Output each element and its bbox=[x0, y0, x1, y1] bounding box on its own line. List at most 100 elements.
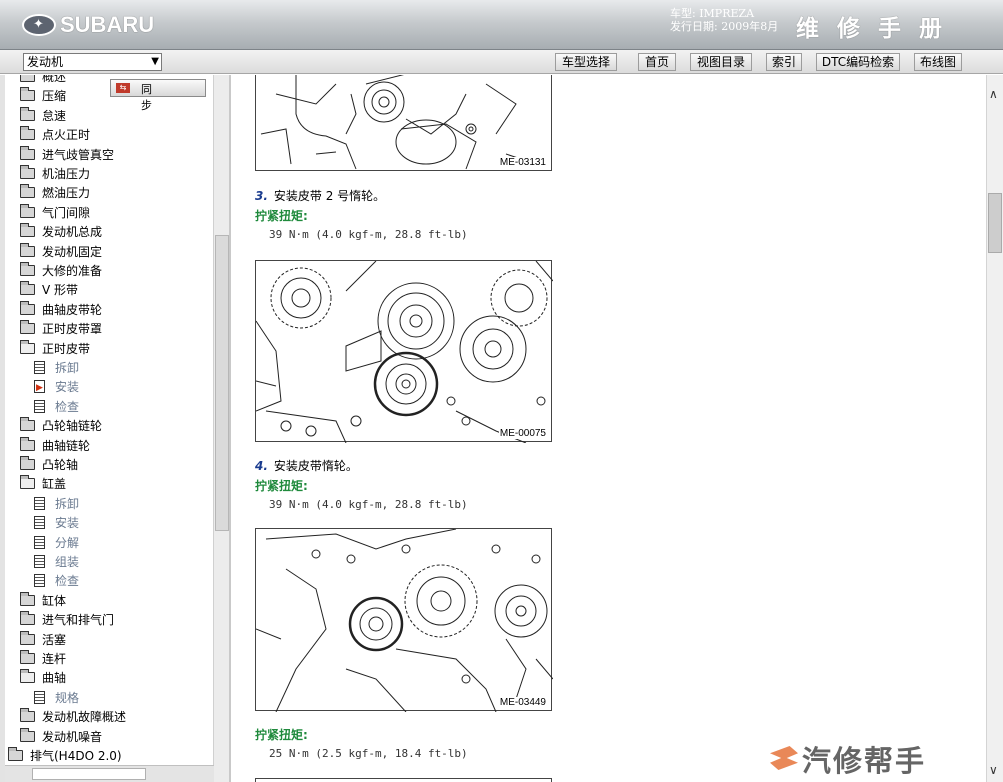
folder-icon bbox=[20, 591, 35, 606]
manual-title: 维修手册 bbox=[796, 15, 960, 42]
dtc-search-button[interactable]: DTC编码检索 bbox=[816, 53, 900, 71]
index-button[interactable]: 索引 bbox=[766, 53, 802, 71]
document-icon bbox=[34, 555, 45, 568]
tree-folder-item[interactable]: 曲轴皮带轮 bbox=[20, 300, 103, 320]
tree-folder-item[interactable]: 机油压力 bbox=[20, 165, 90, 184]
torque-value: 25 N·m (2.5 kgf-m, 18.4 ft-lb) bbox=[269, 747, 468, 760]
torque-label: 拧紧扭矩: bbox=[255, 209, 308, 223]
tree-item-label: 安装 bbox=[55, 380, 80, 395]
tree-folder-item[interactable]: 发动机故障概述 bbox=[20, 708, 126, 727]
chevron-down-icon[interactable]: ▼ bbox=[151, 54, 159, 70]
tree-item-label: 发动机固定 bbox=[42, 244, 103, 259]
navigation-tree: 概述 压缩 怠速点火正时进气歧管真空机油压力 燃油压力 气门间隙 发动机总成发动机固定大修… bbox=[0, 75, 231, 782]
tree-item-label: 规格 bbox=[55, 690, 80, 705]
tree-folder-item[interactable]: V 形带 bbox=[20, 281, 78, 300]
issue-date-line: 发行日期: 2009年8月 bbox=[670, 20, 779, 33]
tree-item-label: 进气歧管真空 bbox=[42, 147, 115, 162]
tree-folder-item[interactable]: 曲轴链轮 bbox=[20, 436, 91, 456]
tree-item-label: 凸轮轴 bbox=[42, 458, 79, 472]
tree-leaf-item[interactable]: 组装 bbox=[34, 553, 79, 572]
tree-folder-item[interactable]: 活塞 bbox=[20, 630, 67, 650]
scroll-up-icon[interactable]: ∧ bbox=[989, 87, 998, 101]
view-index-button[interactable]: 视图目录 bbox=[690, 53, 752, 71]
tree-folder-item[interactable]: 连杆 bbox=[20, 650, 66, 669]
wiring-diagram-button[interactable]: 布线图 bbox=[914, 53, 962, 71]
folder-icon bbox=[20, 708, 35, 723]
torque-value: 39 N·m (4.0 kgf-m, 28.8 ft-lb) bbox=[269, 228, 468, 241]
tree-item-label: 活塞 bbox=[42, 632, 67, 647]
tree-folder-item[interactable]: 进气歧管真空 bbox=[20, 145, 115, 165]
subaru-star-icon bbox=[22, 14, 56, 36]
folder-icon bbox=[20, 650, 35, 664]
tree-folder-item[interactable]: 正时皮带 bbox=[20, 339, 91, 359]
vehicle-select-button[interactable]: 车型选择 bbox=[555, 53, 617, 71]
tree-folder-item[interactable]: 缸体 bbox=[20, 591, 66, 611]
folder-icon bbox=[20, 727, 35, 742]
tree-leaf-item[interactable]: 安装 bbox=[34, 378, 80, 398]
tree-item-label: 发动机噪音 bbox=[42, 729, 103, 744]
tree-folder-item[interactable]: 发动机噪音 bbox=[20, 727, 103, 747]
folder-icon bbox=[20, 417, 35, 432]
tree-item-label: 大修的准备 bbox=[42, 264, 103, 278]
tree-folder-item[interactable]: 气门间隙 bbox=[20, 203, 90, 223]
tree-folder-item[interactable]: 曲轴 bbox=[20, 669, 66, 688]
torque-value: 39 N·m (4.0 kgf-m, 28.8 ft-lb) bbox=[269, 498, 468, 511]
scroll-down-icon[interactable]: ∨ bbox=[989, 763, 998, 777]
tree-folder-item[interactable]: 怠速 bbox=[20, 106, 66, 126]
tree-folder-item[interactable]: 概述 bbox=[20, 75, 66, 87]
tree-scrollbar[interactable] bbox=[213, 75, 229, 782]
tree-leaf-item[interactable]: 检查 bbox=[34, 572, 79, 591]
section-select-value: 发动机 bbox=[27, 55, 64, 69]
content-scrollbar-thumb[interactable] bbox=[988, 193, 1002, 253]
step-4: 4. 安装皮带惰轮。 bbox=[255, 457, 358, 474]
tree-folder-item[interactable]: 凸轮轴链轮 bbox=[20, 417, 102, 436]
tree-leaf-item[interactable]: 规格 bbox=[34, 689, 79, 708]
tree-folder-item[interactable]: 缸盖 bbox=[20, 475, 66, 494]
home-button[interactable]: 首页 bbox=[638, 53, 676, 71]
tree-folder-item[interactable]: 发动机固定 bbox=[20, 242, 103, 262]
toolbar: 发动机 ▼ 车型选择 首页 视图目录 索引 DTC编码检索 布线图 bbox=[0, 50, 1003, 74]
folder-icon bbox=[20, 456, 35, 470]
tree-item-label: 点火正时 bbox=[42, 128, 91, 143]
step-number: 3. bbox=[255, 189, 268, 203]
tree-folder-item[interactable]: 点火正时 bbox=[20, 126, 90, 145]
folder-icon bbox=[20, 611, 35, 626]
tree-folder-item[interactable]: 进气和排气门 bbox=[20, 611, 114, 630]
tree-item-label: 连杆 bbox=[42, 652, 67, 666]
tree-folder-item[interactable]: 燃油压力 bbox=[20, 184, 90, 203]
tree-leaf-item[interactable]: 拆卸 bbox=[34, 495, 79, 514]
document-icon bbox=[34, 399, 45, 413]
tree-item-label: 曲轴链轮 bbox=[42, 438, 91, 453]
tree-item-label: 凸轮轴链轮 bbox=[42, 419, 103, 434]
tree-horizontal-thumb[interactable] bbox=[32, 768, 146, 780]
tree-horizontal-scrollbar[interactable] bbox=[5, 765, 214, 782]
content-scrollbar[interactable]: ∧ ∨ bbox=[986, 75, 1003, 782]
torque-label: 拧紧扭矩: bbox=[255, 479, 308, 493]
tree-folder-item[interactable]: 压缩 bbox=[20, 87, 66, 106]
tree-leaf-item[interactable]: 安装 bbox=[34, 514, 79, 533]
tree-item-label: 安装 bbox=[55, 516, 80, 531]
tree-folder-item[interactable]: 大修的准备 bbox=[20, 262, 102, 281]
tree-folder-item[interactable]: 发动机总成 bbox=[20, 223, 102, 242]
tree-scrollbar-thumb[interactable] bbox=[215, 235, 229, 531]
document-icon bbox=[34, 496, 45, 510]
sync-button[interactable]: ⇆ 同步 bbox=[110, 79, 206, 112]
sync-icon: ⇆ bbox=[116, 83, 130, 93]
step-text: 安装皮带 2 号惰轮。 bbox=[273, 189, 386, 203]
step-3: 3. 安装皮带 2 号惰轮。 bbox=[255, 187, 385, 204]
tree-leaf-item[interactable]: 拆卸 bbox=[34, 359, 79, 378]
tree-item-label: 曲轴皮带轮 bbox=[42, 302, 103, 317]
tree-item-label: 正时皮带 bbox=[42, 341, 91, 356]
tree-folder-item[interactable]: 正时皮带罩 bbox=[20, 320, 102, 339]
tree-item-label: 拆卸 bbox=[55, 361, 80, 375]
section-select[interactable]: 发动机 ▼ bbox=[23, 53, 162, 71]
tree-leaf-item[interactable]: 检查 bbox=[34, 398, 79, 417]
tree-leaf-item[interactable]: 分解 bbox=[34, 534, 79, 553]
tree-folder-item[interactable]: 凸轮轴 bbox=[20, 456, 78, 475]
document-icon bbox=[34, 361, 45, 374]
folder-icon bbox=[20, 87, 35, 102]
panel-edge bbox=[0, 75, 5, 782]
current-page-icon bbox=[34, 379, 45, 398]
tree-folder-item[interactable]: 排气(H4DO 2.0) bbox=[8, 747, 122, 766]
document-content: ME-03131 3. 安装皮带 2 号惰轮。 拧紧扭矩: 39 N·m (4.0… bbox=[233, 75, 986, 782]
